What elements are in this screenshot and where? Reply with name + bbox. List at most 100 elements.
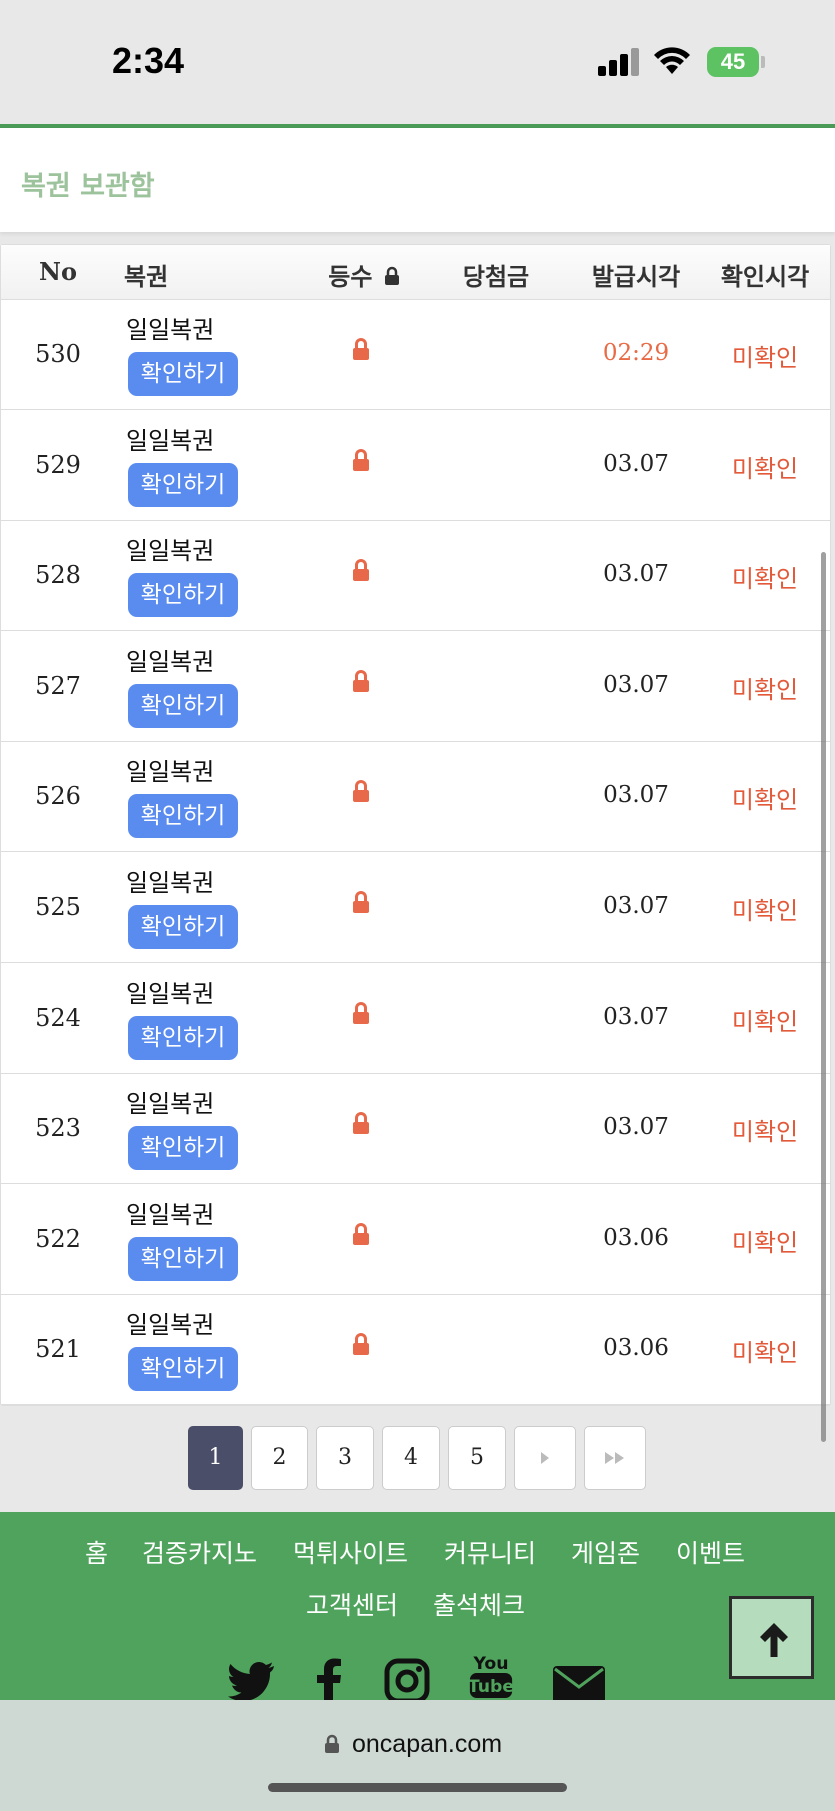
page-title: 복권 보관함	[21, 171, 155, 202]
lock-icon	[384, 266, 399, 285]
table-row: 523 일일복권확인하기 03.07 미확인	[1, 1074, 830, 1185]
lock-icon	[353, 1333, 369, 1356]
lock-icon	[353, 669, 369, 692]
ticket-name: 일일복권	[126, 426, 215, 455]
page-button-3[interactable]: 3	[316, 1426, 374, 1490]
battery-tip	[761, 56, 765, 68]
facebook-icon[interactable]	[316, 1657, 342, 1705]
ticket-name: 일일복권	[126, 979, 215, 1008]
status-bar: 2:34 45	[0, 0, 835, 125]
table-row: 529 일일복권 확인하기 03.07 미확인	[1, 411, 830, 521]
ticket-name: 일일복권	[126, 758, 215, 787]
table-row: 530 일일복권 확인하기 02:29 미확인	[1, 300, 830, 410]
next-page-button[interactable]	[514, 1426, 576, 1490]
instagram-icon[interactable]	[384, 1657, 430, 1705]
column-header-no: No	[39, 257, 77, 286]
pagination: 1 2 3 4 5	[0, 1426, 835, 1490]
issued-time: 03.07	[603, 671, 669, 698]
youtube-icon[interactable]: You Tube	[468, 1650, 514, 1698]
confirm-button[interactable]: 확인하기	[128, 1015, 238, 1060]
confirm-status: 미확인	[731, 675, 799, 704]
url-text: oncapan.com	[352, 1730, 503, 1758]
caret-right-icon	[541, 1452, 549, 1464]
lock-icon	[353, 780, 369, 803]
issued-time: 03.07	[603, 893, 669, 919]
table-row: 521 일일복권 확인하기 03.06 미확인	[1, 1295, 830, 1406]
confirm-button[interactable]: 확인하기	[128, 573, 238, 618]
footer-link-events[interactable]: 이벤트	[676, 1534, 745, 1570]
ticket-name: 일일복권	[126, 647, 215, 676]
cellular-signal-icon	[598, 48, 640, 76]
fast-forward-icon	[605, 1452, 624, 1464]
twitter-icon[interactable]	[228, 1657, 276, 1705]
footer-link-attendance[interactable]: 출석체크	[433, 1586, 525, 1622]
confirm-button[interactable]: 확인하기	[128, 794, 238, 839]
lock-icon	[353, 1001, 369, 1024]
confirm-button[interactable]: 확인하기	[128, 1347, 238, 1392]
confirm-button[interactable]: 확인하기	[128, 462, 238, 507]
ticket-number: 530	[35, 340, 81, 368]
lock-icon	[353, 559, 369, 582]
ticket-number: 523	[35, 1114, 81, 1143]
confirm-button[interactable]: 확인하기	[128, 1236, 238, 1281]
footer-link-customer-center[interactable]: 고객센터	[306, 1586, 398, 1622]
svg-text:You: You	[472, 1654, 508, 1674]
lock-icon	[353, 1112, 369, 1135]
ticket-number: 525	[35, 893, 81, 921]
home-indicator	[268, 1783, 567, 1792]
footer: 홈 검증카지노 먹튀사이트 커뮤니티 게임존 이벤트 고객센터 출석체크 You…	[0, 1512, 835, 1706]
footer-link-game-zone[interactable]: 게임존	[571, 1534, 640, 1570]
table-row: 524 일일복권확인하기 03.07 미확인	[1, 964, 830, 1074]
scrollbar[interactable]	[821, 552, 826, 1442]
ticket-number: 524	[35, 1003, 81, 1032]
footer-link-community[interactable]: 커뮤니티	[444, 1534, 536, 1570]
confirm-status: 미확인	[731, 1118, 799, 1147]
column-header-issued: 발급시각	[591, 263, 681, 291]
table-row: 525 일일복권 확인하기 03.07 미확인	[1, 853, 830, 963]
confirm-status: 미확인	[731, 344, 799, 372]
page-button-5[interactable]: 5	[448, 1426, 506, 1490]
confirm-status: 미확인	[731, 1228, 799, 1257]
column-header-rank: 등수	[319, 257, 409, 292]
section-header: 복권 보관함	[0, 128, 835, 232]
confirm-button[interactable]: 확인하기	[128, 905, 238, 949]
confirm-status: 미확인	[731, 786, 799, 815]
ticket-name: 일일복권	[126, 1311, 215, 1340]
lock-icon	[353, 891, 369, 913]
ticket-table: No 복권 등수 당첨금 발급시각 확인시각 530 일일복권 확인하기 02:29 미…	[0, 244, 831, 1406]
ticket-number: 528	[35, 561, 81, 590]
ticket-number: 522	[35, 1224, 81, 1253]
footer-link-verified-casino[interactable]: 검증카지노	[142, 1534, 257, 1570]
ticket-number: 521	[35, 1335, 81, 1364]
issued-time: 03.07	[603, 1114, 669, 1141]
table-row: 528 일일복권 확인하기 03.07 미확인	[1, 521, 830, 632]
scroll-to-top-button[interactable]	[729, 1596, 814, 1679]
lock-icon	[325, 1734, 339, 1753]
last-page-button[interactable]	[584, 1426, 646, 1490]
confirm-status: 미확인	[731, 454, 799, 483]
confirm-button[interactable]: 확인하기	[128, 683, 238, 728]
ticket-name: 일일복권	[126, 1090, 215, 1119]
confirm-status: 미확인	[731, 1339, 799, 1368]
column-header-ticket: 복권	[124, 263, 169, 291]
browser-url-bar[interactable]: oncapan.com	[0, 1700, 835, 1811]
page-button-1[interactable]: 1	[188, 1426, 243, 1490]
confirm-status: 미확인	[731, 565, 799, 594]
confirm-button[interactable]: 확인하기	[128, 352, 238, 396]
ticket-name: 일일복권	[126, 869, 215, 897]
lock-icon	[353, 1222, 369, 1245]
wifi-icon	[654, 47, 690, 74]
page-button-4[interactable]: 4	[382, 1426, 440, 1490]
lock-icon	[353, 448, 369, 471]
confirm-button[interactable]: 확인하기	[128, 1126, 238, 1171]
footer-link-scam-sites[interactable]: 먹튀사이트	[293, 1534, 408, 1570]
ticket-number: 529	[35, 450, 81, 479]
lock-icon	[353, 338, 369, 360]
confirm-status: 미확인	[731, 1007, 799, 1036]
issued-time: 03.07	[603, 561, 669, 588]
page-button-2[interactable]: 2	[251, 1426, 308, 1490]
footer-link-home[interactable]: 홈	[85, 1534, 108, 1570]
ticket-name: 일일복권	[126, 316, 215, 344]
column-header-rank-label: 등수	[328, 263, 373, 291]
issued-time: 03.07	[603, 1003, 669, 1030]
